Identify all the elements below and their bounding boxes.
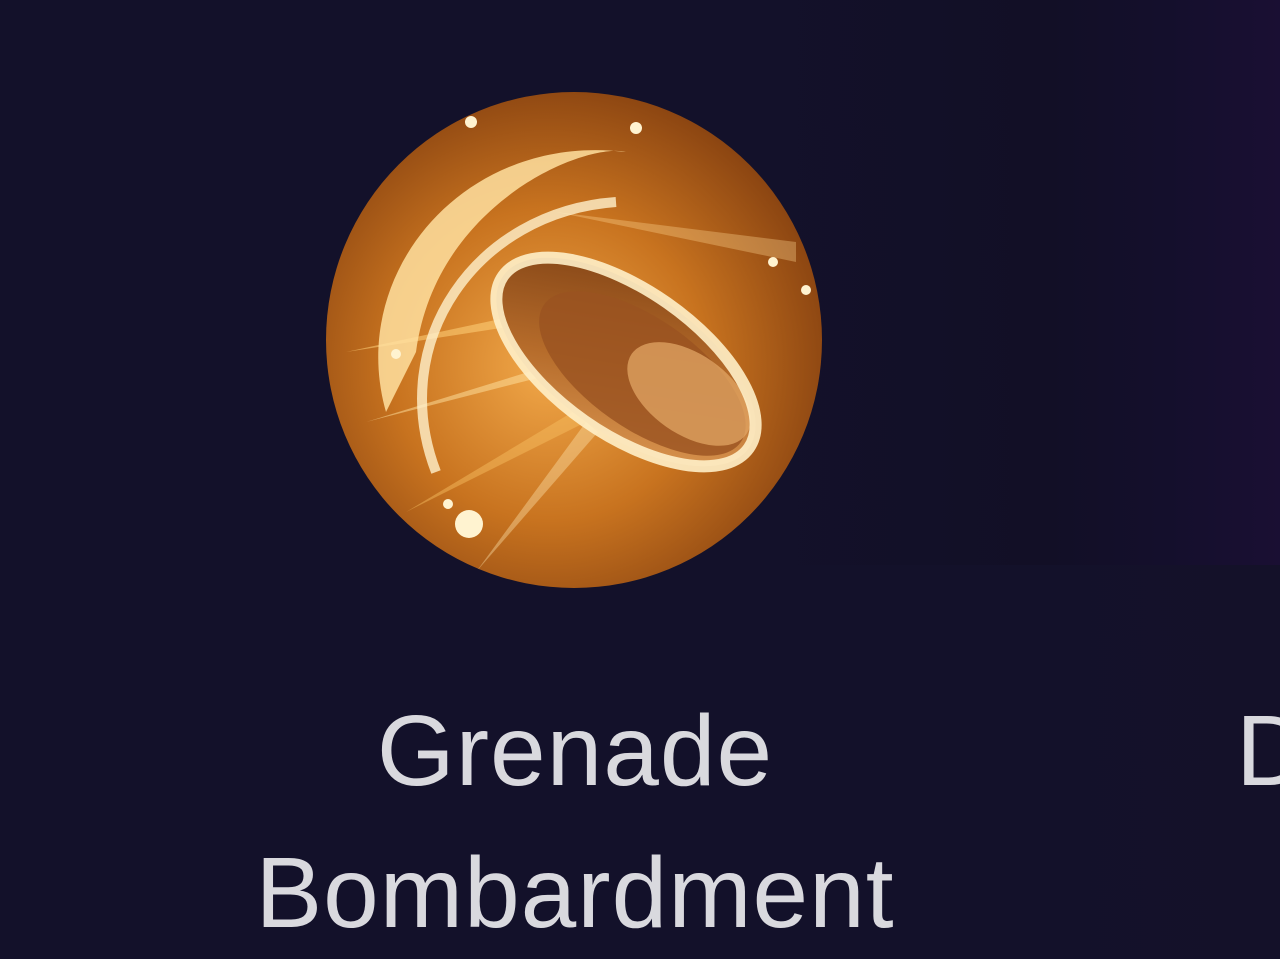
skill-name-line-1: Grenade (376, 695, 774, 807)
grenade-shell-icon-art (326, 92, 822, 588)
skill-name-partial: D (1236, 695, 1280, 807)
grenade-shell-icon (326, 92, 822, 588)
skill-name-line-2: Bombardment (255, 837, 895, 949)
skill-name: Grenade Bombardment (160, 680, 990, 959)
skill-selection-screen: Grenade Bombardment D (0, 0, 1280, 959)
skill-card-grenade-bombardment[interactable]: Grenade Bombardment (160, 80, 990, 950)
skill-card-next[interactable]: D (1236, 680, 1280, 822)
